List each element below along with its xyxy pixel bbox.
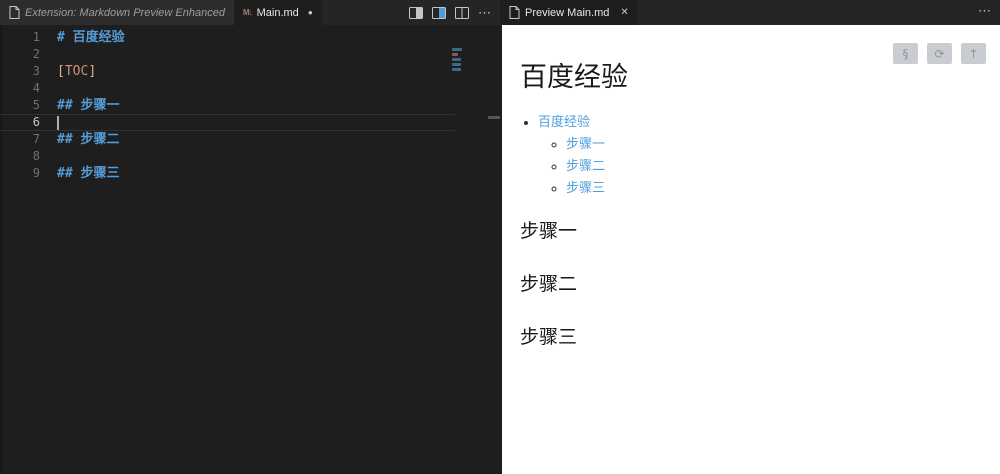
section-anchor-button[interactable]: § bbox=[893, 43, 918, 64]
unsaved-dot-icon: ● bbox=[307, 8, 313, 17]
code-line[interactable]: 9 ## 步骤三 bbox=[0, 165, 455, 182]
code-line[interactable]: 1 # 百度经验 bbox=[0, 29, 455, 46]
code-line[interactable]: 7 ## 步骤二 bbox=[0, 131, 455, 148]
preview-sections: 步骤一 步骤二 步骤三 bbox=[520, 216, 1000, 349]
line-content: ## 步骤一 bbox=[57, 97, 119, 114]
file-icon bbox=[9, 6, 20, 19]
more-actions-icon[interactable]: ⋯ bbox=[978, 4, 991, 17]
toc-root-item: 百度经验 步骤一步骤二步骤三 bbox=[538, 111, 1000, 196]
close-icon[interactable]: ✕ bbox=[620, 7, 628, 18]
back-to-top-button[interactable]: ↑ bbox=[961, 43, 986, 64]
toc-link-root[interactable]: 百度经验 bbox=[538, 115, 590, 130]
markdown-file-icon: M↓ bbox=[242, 8, 253, 17]
markdown-preview-pane: §⟳↑ 百度经验 百度经验 步骤一步骤二步骤三 步骤一步骤二步骤三 bbox=[502, 25, 1000, 474]
editor-actions: ⋯ bbox=[409, 0, 500, 25]
code-token: # 百度经验 bbox=[57, 30, 125, 45]
code-token: ## 步骤一 bbox=[57, 98, 120, 113]
right-tab-bar: Preview Main.md ✕ ⋯ bbox=[500, 0, 1000, 25]
code-token: ] bbox=[88, 64, 97, 79]
line-number: 5 bbox=[32, 98, 40, 112]
line-content: [TOC] bbox=[57, 63, 96, 80]
code-line[interactable]: 8 bbox=[0, 148, 455, 165]
split-editor-icon[interactable] bbox=[455, 6, 469, 19]
code-token: ## 步骤二 bbox=[57, 132, 120, 147]
text-cursor bbox=[57, 115, 59, 130]
markdown-editor[interactable]: 1 # 百度经验 2 3 [TOC] 4 5 ## 步骤一 6 7 ## 步骤二 8 9 ## 步骤三 bbox=[0, 25, 500, 474]
code-line[interactable]: 5 ## 步骤一 bbox=[0, 97, 455, 114]
line-number: 1 bbox=[32, 30, 40, 44]
tab-label: Main.md bbox=[256, 6, 299, 19]
toc-link[interactable]: 步骤二 bbox=[566, 159, 605, 174]
line-number: 9 bbox=[32, 166, 40, 180]
line-content bbox=[57, 114, 59, 131]
minimap[interactable] bbox=[452, 48, 464, 73]
preview-h2: 步骤二 bbox=[520, 273, 578, 295]
minimap-line bbox=[452, 63, 461, 66]
line-content: ## 步骤三 bbox=[57, 165, 119, 182]
preview-h2: 步骤一 bbox=[520, 220, 578, 242]
editor-group-right: Preview Main.md ✕ ⋯ § ⟳ ↑ 百度经验 百度经验 步骤一步骤二… bbox=[500, 0, 1000, 474]
preview-toc: 百度经验 步骤一步骤二步骤三 bbox=[520, 111, 1000, 196]
code-line[interactable]: 6 bbox=[0, 114, 455, 131]
toc-sub-item: 步骤二 bbox=[566, 155, 1000, 174]
toc-sub-item: 步骤三 bbox=[566, 177, 1000, 196]
line-number: 2 bbox=[32, 47, 40, 61]
line-content: # 百度经验 bbox=[57, 29, 125, 46]
code-line[interactable]: 3 [TOC] bbox=[0, 63, 455, 80]
file-icon bbox=[509, 6, 520, 19]
tab-preview-main-md[interactable]: Preview Main.md ✕ bbox=[500, 0, 638, 25]
code-token: TOC bbox=[64, 64, 89, 79]
minimap-line bbox=[452, 68, 461, 71]
line-number: 7 bbox=[32, 132, 40, 146]
refresh-button[interactable]: ⟳ bbox=[927, 43, 952, 64]
editor-lines: 1 # 百度经验 2 3 [TOC] 4 5 ## 步骤一 6 7 ## 步骤二 8 9 ## 步骤三 bbox=[0, 29, 455, 182]
minimap-line bbox=[452, 48, 462, 51]
overview-ruler-cursor-mark[interactable] bbox=[488, 116, 500, 119]
preview-h2: 步骤三 bbox=[520, 326, 578, 348]
tab-label: Preview Main.md bbox=[525, 6, 610, 19]
line-number: 6 bbox=[32, 115, 40, 129]
tab-main-md[interactable]: M↓ Main.md ● bbox=[233, 0, 322, 25]
code-line[interactable]: 2 bbox=[0, 46, 455, 63]
tab-label: Extension: Markdown Preview Enhanced bbox=[25, 6, 225, 19]
code-token: [ bbox=[57, 64, 65, 79]
code-line[interactable]: 4 bbox=[0, 80, 455, 97]
code-token: ## 步骤三 bbox=[57, 166, 120, 181]
vscode-window: Extension: Markdown Preview Enhanced M↓ … bbox=[0, 0, 1000, 474]
toc-sub-list: 步骤一步骤二步骤三 bbox=[538, 133, 1000, 196]
minimap-line bbox=[452, 58, 461, 61]
line-number: 8 bbox=[32, 149, 40, 163]
line-number: 3 bbox=[32, 64, 40, 78]
toc-link[interactable]: 步骤一 bbox=[566, 137, 605, 152]
line-number: 4 bbox=[32, 81, 40, 95]
minimap-line bbox=[452, 53, 458, 56]
left-tab-bar: Extension: Markdown Preview Enhanced M↓ … bbox=[0, 0, 500, 25]
open-changes-icon[interactable] bbox=[409, 6, 423, 19]
toc-root-list: 百度经验 步骤一步骤二步骤三 bbox=[520, 111, 1000, 196]
toc-sub-item: 步骤一 bbox=[566, 133, 1000, 152]
open-preview-to-side-icon[interactable] bbox=[432, 6, 446, 19]
more-actions-icon[interactable]: ⋯ bbox=[478, 6, 491, 19]
toc-link[interactable]: 步骤三 bbox=[566, 181, 605, 196]
preview-toolbar: § ⟳ ↑ bbox=[893, 43, 986, 64]
editor-group-left: Extension: Markdown Preview Enhanced M↓ … bbox=[0, 0, 500, 474]
line-content: ## 步骤二 bbox=[57, 131, 119, 148]
tab-extension-markdown-preview-enhanced[interactable]: Extension: Markdown Preview Enhanced bbox=[0, 0, 234, 25]
